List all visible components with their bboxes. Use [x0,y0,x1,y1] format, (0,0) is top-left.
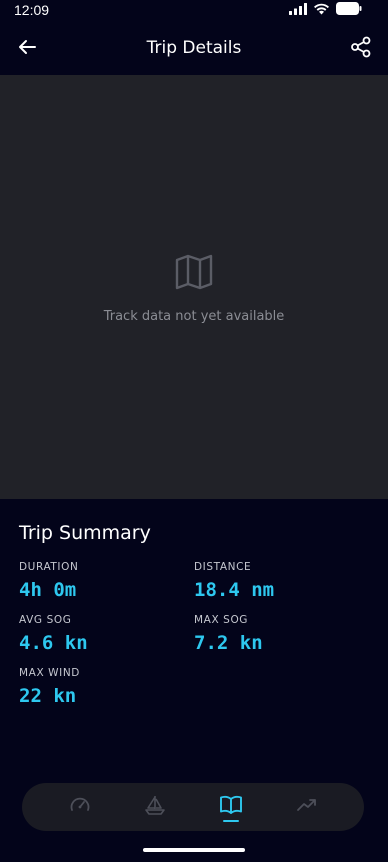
signal-icon [289,2,307,20]
stat-value-duration: 4h 0m [19,579,77,601]
bottom-nav [22,783,364,831]
sailboat-icon [144,794,166,821]
status-bar: 12:09 [0,0,388,24]
app-header: Trip Details [0,24,388,75]
page-title: Trip Details [146,38,242,58]
battery-icon [336,2,362,20]
stat-value-distance: 18.4 nm [194,579,275,601]
stat-value-max-sog: 7.2 kn [194,632,263,654]
nav-item-logbook[interactable] [214,791,248,823]
nav-item-vessel[interactable] [138,791,172,823]
stat-value-avg-sog: 4.6 kn [19,632,88,654]
share-button[interactable] [348,36,374,62]
trip-summary-title: Trip Summary [19,522,151,544]
stat-value-max-wind: 22 kn [19,685,77,707]
logbook-icon [219,794,243,821]
stat-label-avg-sog: AVG SOG [19,614,72,626]
stat-label-max-wind: MAX WIND [19,667,80,679]
trend-icon [296,794,318,821]
stat-label-max-sog: MAX SOG [194,614,249,626]
stat-label-duration: DURATION [19,561,79,573]
map-empty-message: Track data not yet available [103,309,285,324]
share-icon [350,36,372,63]
status-time: 12:09 [14,2,50,18]
nav-item-dashboard[interactable] [63,791,97,823]
map-icon [174,252,214,292]
nav-active-indicator [223,820,239,822]
wifi-icon [313,2,330,20]
nav-item-stats[interactable] [290,791,324,823]
status-icons [289,2,362,20]
home-indicator [143,848,245,852]
stat-label-distance: DISTANCE [194,561,252,573]
speedometer-icon [69,794,91,821]
